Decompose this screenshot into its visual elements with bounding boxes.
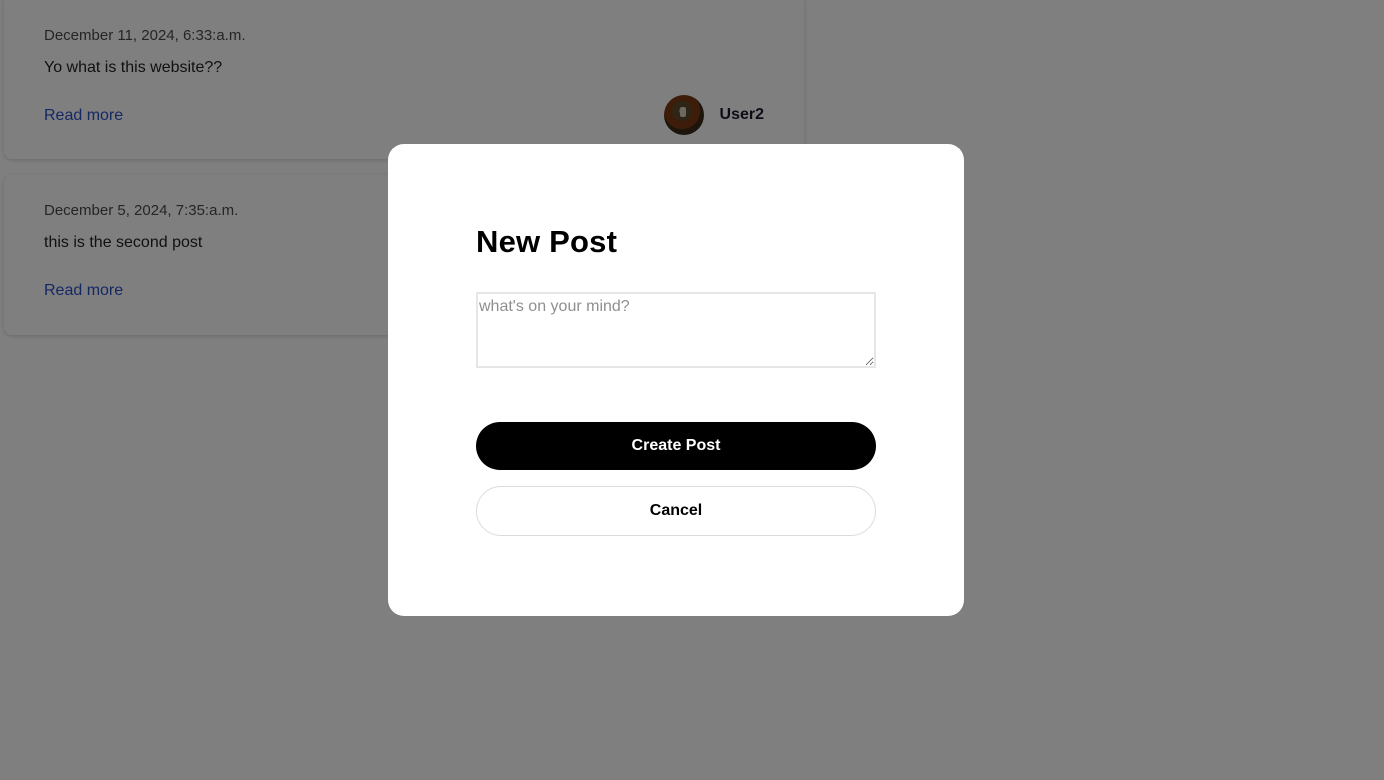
new-post-modal: New Post Create Post Cancel: [388, 144, 964, 616]
cancel-button[interactable]: Cancel: [476, 486, 876, 536]
modal-title: New Post: [476, 224, 618, 259]
post-content-textarea[interactable]: [476, 292, 876, 368]
page: December 11, 2024, 6:33:a.m. Yo what is …: [0, 0, 1384, 780]
create-post-button[interactable]: Create Post: [476, 422, 876, 470]
